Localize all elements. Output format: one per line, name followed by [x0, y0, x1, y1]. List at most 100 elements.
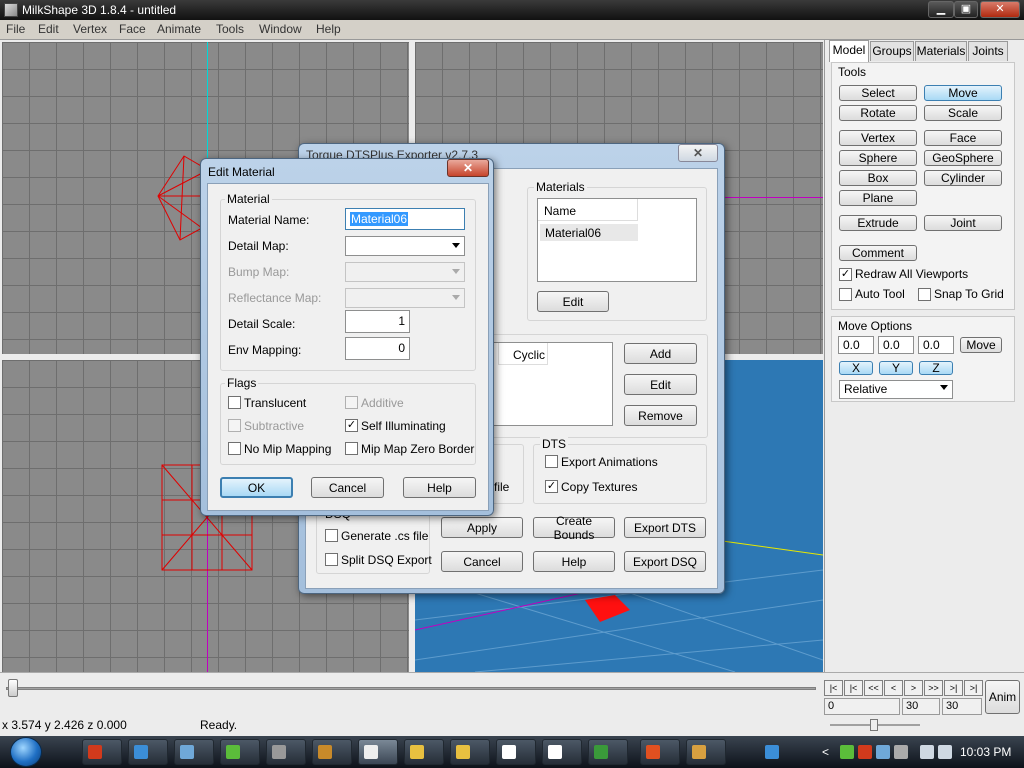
- mip-map-zero-border-checkbox[interactable]: [345, 442, 358, 455]
- box-button[interactable]: Box: [839, 170, 917, 186]
- minimize-button[interactable]: ▁: [928, 1, 954, 18]
- snap-to-grid-checkbox[interactable]: [918, 288, 931, 301]
- menu-tools[interactable]: Tools: [216, 22, 244, 36]
- volume-icon[interactable]: [938, 745, 952, 759]
- taskbar-app-2[interactable]: [266, 739, 306, 765]
- plane-button[interactable]: Plane: [839, 190, 917, 206]
- export-animations-checkbox[interactable]: [545, 455, 558, 468]
- select-button[interactable]: Select: [839, 85, 917, 101]
- messenger-tray-icon[interactable]: [840, 745, 854, 759]
- prev-frame-icon[interactable]: <: [884, 680, 903, 696]
- env-mapping-input[interactable]: 0: [345, 337, 410, 360]
- maximize-button[interactable]: ▣: [954, 1, 978, 18]
- menu-file[interactable]: File: [6, 22, 25, 36]
- move-y-input[interactable]: 0.0: [878, 336, 914, 354]
- comment-button[interactable]: Comment: [839, 245, 917, 261]
- frame-start-field[interactable]: 0: [824, 698, 900, 715]
- taskbar-app-5[interactable]: [686, 739, 726, 765]
- windows-start-icon[interactable]: [10, 737, 42, 767]
- cylinder-button[interactable]: Cylinder: [924, 170, 1002, 186]
- face-button[interactable]: Face: [924, 130, 1002, 146]
- help-button[interactable]: Help: [403, 477, 476, 498]
- menu-window[interactable]: Window: [259, 22, 302, 36]
- network-tray-icon[interactable]: [876, 745, 890, 759]
- taskbar-app-4[interactable]: [588, 739, 628, 765]
- menu-animate[interactable]: Animate: [157, 22, 201, 36]
- frame-current-field[interactable]: 30: [902, 698, 940, 715]
- redraw-all-checkbox[interactable]: ✓: [839, 268, 852, 281]
- timeline-slider-handle[interactable]: [8, 679, 18, 697]
- move-mode-select[interactable]: Relative: [839, 380, 953, 399]
- vertex-button[interactable]: Vertex: [839, 130, 917, 146]
- export-dsq-button[interactable]: Export DSQ: [624, 551, 706, 572]
- materials-name-column[interactable]: Name: [538, 199, 638, 221]
- extrude-button[interactable]: Extrude: [839, 215, 917, 231]
- ie-quicklaunch-icon[interactable]: [765, 745, 779, 759]
- apply-button[interactable]: Apply: [441, 517, 523, 538]
- move-z-input[interactable]: 0.0: [918, 336, 954, 354]
- joint-button[interactable]: Joint: [924, 215, 1002, 231]
- clock[interactable]: 10:03 PM: [960, 745, 1011, 759]
- tab-model[interactable]: Model: [829, 40, 869, 62]
- taskbar-folder-2[interactable]: [450, 739, 490, 765]
- tab-materials[interactable]: Materials: [915, 41, 967, 61]
- copy-textures-checkbox[interactable]: ✓: [545, 480, 558, 493]
- materials-row[interactable]: Material06: [540, 224, 638, 241]
- create-bounds-button[interactable]: Create Bounds: [533, 514, 615, 542]
- axis-z-toggle[interactable]: Z: [919, 361, 953, 375]
- taskbar-app-b2[interactable]: [542, 739, 582, 765]
- rotate-button[interactable]: Rotate: [839, 105, 917, 121]
- self-illuminating-checkbox[interactable]: ✓: [345, 419, 358, 432]
- next-frame-icon[interactable]: >: [904, 680, 923, 696]
- torque-help-button[interactable]: Help: [533, 551, 615, 572]
- taskbar-window-1[interactable]: [174, 739, 214, 765]
- sequence-remove-button[interactable]: Remove: [624, 405, 697, 426]
- prev-key-icon[interactable]: |<: [844, 680, 863, 696]
- cyclic-column[interactable]: Cyclic: [498, 343, 548, 365]
- auto-tool-checkbox[interactable]: [839, 288, 852, 301]
- ok-button[interactable]: OK: [220, 477, 293, 498]
- generate-cs-checkbox[interactable]: [325, 529, 338, 542]
- sequence-edit-button[interactable]: Edit: [624, 374, 697, 395]
- close-button[interactable]: ✕: [980, 1, 1020, 18]
- sequences-list[interactable]: Cyclic: [487, 342, 613, 426]
- axis-y-toggle[interactable]: Y: [879, 361, 913, 375]
- material-name-input[interactable]: Material06: [345, 208, 465, 230]
- fast-forward-icon[interactable]: >>: [924, 680, 943, 696]
- taskbar-milkshape[interactable]: [358, 739, 398, 765]
- zoom-slider-handle[interactable]: [870, 719, 878, 731]
- taskbar-folder-1[interactable]: [404, 739, 444, 765]
- axis-x-toggle[interactable]: X: [839, 361, 873, 375]
- materials-list[interactable]: Name Material06: [537, 198, 697, 282]
- taskbar-app-b1[interactable]: [496, 739, 536, 765]
- aim-tray-icon[interactable]: [858, 745, 872, 759]
- app-tray-icon[interactable]: [894, 745, 908, 759]
- display-tray-icon[interactable]: [920, 745, 934, 759]
- move-apply-button[interactable]: Move: [960, 337, 1002, 353]
- tab-groups[interactable]: Groups: [870, 41, 914, 61]
- edit-material-close-button[interactable]: ✕: [447, 159, 489, 177]
- translucent-checkbox[interactable]: [228, 396, 241, 409]
- split-dsq-checkbox[interactable]: [325, 553, 338, 566]
- tab-joints[interactable]: Joints: [968, 41, 1008, 61]
- no-mip-mapping-checkbox[interactable]: [228, 442, 241, 455]
- taskbar-aim[interactable]: [82, 739, 122, 765]
- menu-help[interactable]: Help: [316, 22, 341, 36]
- menu-edit[interactable]: Edit: [38, 22, 59, 36]
- first-frame-icon[interactable]: |<: [824, 680, 843, 696]
- cancel-button[interactable]: Cancel: [311, 477, 384, 498]
- menu-vertex[interactable]: Vertex: [73, 22, 107, 36]
- taskbar-ie[interactable]: [128, 739, 168, 765]
- tray-expand-icon[interactable]: <: [822, 745, 836, 759]
- rewind-icon[interactable]: <<: [864, 680, 883, 696]
- menu-face[interactable]: Face: [119, 22, 146, 36]
- torque-close-button[interactable]: ✕: [678, 144, 718, 162]
- taskbar-app-3[interactable]: [312, 739, 352, 765]
- export-dts-button[interactable]: Export DTS: [624, 517, 706, 538]
- sequence-add-button[interactable]: Add: [624, 343, 697, 364]
- last-frame-icon[interactable]: >|: [964, 680, 983, 696]
- move-x-input[interactable]: 0.0: [838, 336, 874, 354]
- materials-edit-button[interactable]: Edit: [537, 291, 609, 312]
- torque-cancel-button[interactable]: Cancel: [441, 551, 523, 572]
- anim-button[interactable]: Anim: [985, 680, 1020, 714]
